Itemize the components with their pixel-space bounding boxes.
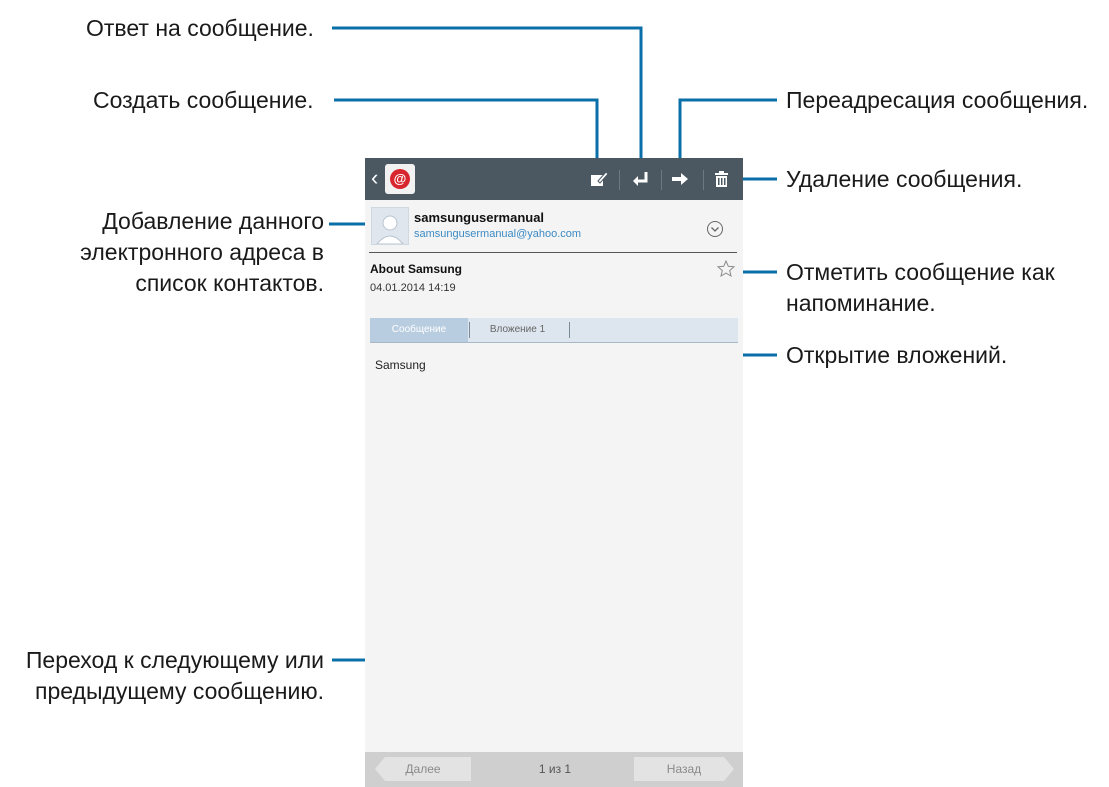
email-screen: ‹ @ samsungusermanual samsungusermanual@…: [365, 158, 743, 787]
expand-details-icon[interactable]: [706, 220, 724, 238]
annotation-nav-line1: Переход к следующему или: [25, 647, 324, 673]
tab-underline: [370, 342, 738, 343]
reply-icon: [633, 172, 648, 186]
message-counter: 1 из 1: [538, 762, 572, 776]
annotation-mark-line2: напоминание.: [786, 290, 936, 316]
reply-button[interactable]: [626, 164, 656, 194]
tab-attachment[interactable]: Вложение 1: [470, 318, 565, 342]
annotation-compose: Создать сообщение.: [93, 87, 314, 113]
annotation-forward: Переадресация сообщения.: [786, 87, 1089, 113]
forward-icon: [672, 173, 688, 185]
compose-button[interactable]: [584, 164, 614, 194]
annotation-mark-line1: Отметить сообщение как: [786, 259, 1055, 285]
annotation-add-contact-line3: список контактов.: [135, 270, 324, 296]
back-chevron-icon[interactable]: ‹: [371, 167, 378, 189]
compose-icon: [591, 171, 609, 186]
delete-button[interactable]: [707, 164, 737, 194]
annotation-add-contact-line2: электронного адреса в: [80, 239, 324, 265]
sender-header: samsungusermanual samsungusermanual@yaho…: [365, 200, 743, 252]
message-body: Samsung: [375, 358, 426, 372]
action-separator: [661, 170, 662, 190]
annotation-add-contact-line1: Добавление данного: [102, 208, 324, 234]
avatar[interactable]: [371, 207, 409, 245]
star-icon[interactable]: [716, 259, 736, 279]
annotation-delete: Удаление сообщения.: [786, 166, 1023, 192]
action-separator: [703, 170, 704, 190]
annotation-reply: Ответ на сообщение.: [86, 15, 314, 41]
action-separator: [619, 170, 620, 190]
sender-email[interactable]: samsungusermanual@yahoo.com: [414, 228, 581, 240]
next-message-button[interactable]: Далее: [375, 757, 471, 781]
bottom-navigation-bar: Далее 1 из 1 Назад: [365, 752, 743, 787]
message-date: 04.01.2014 14:19: [370, 282, 456, 294]
annotation-nav-line2: предыдущему сообщению.: [35, 678, 324, 704]
trash-icon: [715, 171, 728, 187]
message-subject: About Samsung: [370, 262, 462, 276]
sender-name: samsungusermanual: [414, 210, 545, 225]
email-app-icon[interactable]: @: [385, 164, 415, 194]
tab-message[interactable]: Сообщение: [370, 318, 468, 342]
contact-avatar-icon: [375, 215, 405, 245]
annotation-attachments: Открытие вложений.: [786, 342, 1008, 368]
previous-message-button[interactable]: Назад: [634, 757, 734, 781]
forward-button[interactable]: [665, 164, 695, 194]
tab-separator: [569, 322, 570, 338]
action-bar: ‹ @: [365, 158, 743, 200]
header-divider: [369, 252, 737, 253]
at-sign-icon: @: [390, 169, 410, 189]
message-tabs: Сообщение Вложение 1: [370, 318, 738, 342]
